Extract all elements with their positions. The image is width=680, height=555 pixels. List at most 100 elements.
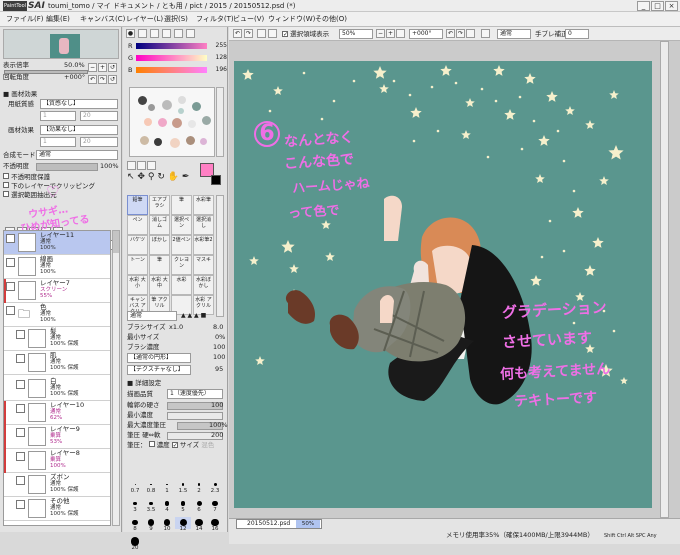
brush-shapes[interactable]: ▲ ▲ ▲ ■ <box>181 312 225 320</box>
brush-size-cell[interactable]: 2.3 <box>207 479 223 494</box>
tool-button[interactable]: 2値ペン <box>171 235 192 255</box>
color-swatch[interactable] <box>170 138 180 148</box>
color-swatch[interactable] <box>172 118 182 128</box>
invert-selection-button[interactable] <box>268 29 277 38</box>
rect-select-button[interactable] <box>127 161 136 170</box>
tool-button[interactable]: クレヨン <box>171 255 192 275</box>
hsv-slider-button[interactable] <box>150 29 159 38</box>
menu-file[interactable]: ファイル(F) <box>6 14 44 25</box>
effect-width-input[interactable]: 1 <box>40 137 76 147</box>
eye-icon[interactable] <box>6 234 15 243</box>
hand-icon[interactable]: ✋ <box>168 172 179 182</box>
color-swatch[interactable] <box>144 118 152 126</box>
rotate-reset-button[interactable]: ↺ <box>108 75 117 84</box>
color-swatch[interactable] <box>162 100 172 110</box>
brush-size-cell[interactable]: 9 <box>143 517 159 532</box>
layer-row[interactable]: 髪通常 100% 保護 <box>4 327 110 351</box>
navigator-preview[interactable] <box>3 29 119 59</box>
scratchpad[interactable] <box>129 87 215 157</box>
eye-icon[interactable] <box>16 476 25 485</box>
magic-wand-button[interactable] <box>147 161 156 170</box>
menu-canvas[interactable]: キャンバス(C) <box>80 14 125 25</box>
density-checkbox[interactable] <box>148 441 155 447</box>
blend-select[interactable]: 通常 <box>497 29 531 39</box>
tool-button[interactable]: エアブラシ <box>149 195 170 215</box>
menu-other[interactable]: その他(O) <box>315 14 347 25</box>
tool-button[interactable]: ぼかし <box>149 235 170 255</box>
eye-icon[interactable] <box>6 306 15 315</box>
color-swatch[interactable] <box>178 96 186 104</box>
eye-icon[interactable] <box>16 452 25 461</box>
angle-select[interactable]: +000° <box>409 29 443 39</box>
eye-icon[interactable] <box>6 282 15 291</box>
undo-button[interactable]: ↶ <box>233 29 242 38</box>
layer-row[interactable]: レイヤー8 乗算 100% <box>4 449 110 473</box>
menu-edit[interactable]: 編集(E) <box>46 14 70 25</box>
zoom-select[interactable]: 50% <box>339 29 373 39</box>
minimize-button[interactable]: _ <box>637 1 650 11</box>
tool-button[interactable]: マスキ <box>193 255 214 275</box>
eye-icon[interactable] <box>16 380 25 389</box>
layer-scroll-thumb[interactable] <box>113 231 119 253</box>
brush-size-cell[interactable]: 3.5 <box>143 498 159 513</box>
layer-row[interactable]: レイヤー11 通常 100% <box>4 231 110 255</box>
tool-button[interactable]: ペン <box>127 215 148 235</box>
tool-button[interactable]: 筆 <box>149 255 170 275</box>
brush-size-cell[interactable]: 0.8 <box>143 479 159 494</box>
brush-size-cell[interactable]: 3 <box>127 498 143 513</box>
brush-size-cell[interactable]: 7 <box>207 498 223 513</box>
protect-opacity-checkbox[interactable]: 不透明度保護 <box>3 173 50 182</box>
scratchpad-scrollbar[interactable] <box>216 87 224 157</box>
rotate-left-button[interactable]: ↶ <box>88 75 97 84</box>
color-swatch[interactable] <box>154 138 162 146</box>
brush-size-cell[interactable]: 8 <box>127 517 143 532</box>
close-button[interactable]: × <box>665 1 678 11</box>
swatch-button[interactable] <box>174 29 183 38</box>
eye-icon[interactable] <box>16 330 25 339</box>
size-checkbox[interactable]: ✓ <box>171 442 178 449</box>
brush-size-cell[interactable]: 1 <box>159 479 175 494</box>
texture-select[interactable]: 【質感なし】 <box>40 99 118 109</box>
zoom-icon[interactable]: ⚲ <box>148 172 155 182</box>
tool-button[interactable]: 鉛筆 <box>127 195 148 215</box>
redo-button[interactable]: ↷ <box>244 29 253 38</box>
color-swatch[interactable] <box>148 104 155 111</box>
layer-row[interactable]: 線画 通常 100% <box>4 255 110 279</box>
zoom-reset-button[interactable] <box>396 29 405 38</box>
effect-strength-input[interactable]: 20 <box>80 137 118 147</box>
menu-select[interactable]: 選択(S) <box>164 14 188 25</box>
brush-size-cell[interactable]: 20 <box>127 536 143 551</box>
color-swatch[interactable] <box>188 120 196 128</box>
eye-icon[interactable] <box>6 258 15 267</box>
menu-view[interactable]: ビュー(V) <box>233 14 264 25</box>
menu-window[interactable]: ウィンドウ(W) <box>268 14 315 25</box>
deselect-button[interactable] <box>257 29 266 38</box>
color-wheel-button[interactable]: ● <box>126 29 135 38</box>
mixer-button[interactable] <box>162 29 171 38</box>
tool-button[interactable]: 筆 <box>171 195 192 215</box>
brush-mode-select[interactable]: 通常 <box>127 311 177 321</box>
lasso-button[interactable] <box>137 161 146 170</box>
blend-mode-select[interactable]: 通常 <box>36 150 118 160</box>
tool-button[interactable]: 水彩ぼかし <box>193 275 214 295</box>
brush-size-cell[interactable]: 4 <box>159 498 175 513</box>
brush-size-cell[interactable]: 12 <box>175 517 191 532</box>
maximize-button[interactable]: □ <box>651 1 664 11</box>
eye-icon[interactable] <box>16 500 25 509</box>
brush-size-cell[interactable]: 14 <box>191 517 207 532</box>
rgb-slider-button[interactable] <box>138 29 147 38</box>
eye-icon[interactable] <box>16 354 25 363</box>
tool-button[interactable]: 水彩筆2 <box>193 235 214 255</box>
sub-color-swatch[interactable] <box>211 175 221 185</box>
b-slider[interactable] <box>136 67 207 73</box>
tool-button[interactable]: 選択消し <box>193 215 214 235</box>
layer-row[interactable]: 🗀 色通常 100% <box>4 303 110 327</box>
zoom-in-button[interactable]: + <box>386 29 395 38</box>
tool-button[interactable]: 選択ペン <box>171 215 192 235</box>
menu-filter[interactable]: フィルタ(T) <box>196 14 234 25</box>
flip-button[interactable] <box>481 29 490 38</box>
brush-size-cell[interactable]: 16 <box>207 517 223 532</box>
zoom-in-button[interactable]: + <box>98 63 107 72</box>
effect-select[interactable]: 【効果なし】 <box>40 125 118 135</box>
tool-button[interactable]: 消しゴム <box>149 215 170 235</box>
